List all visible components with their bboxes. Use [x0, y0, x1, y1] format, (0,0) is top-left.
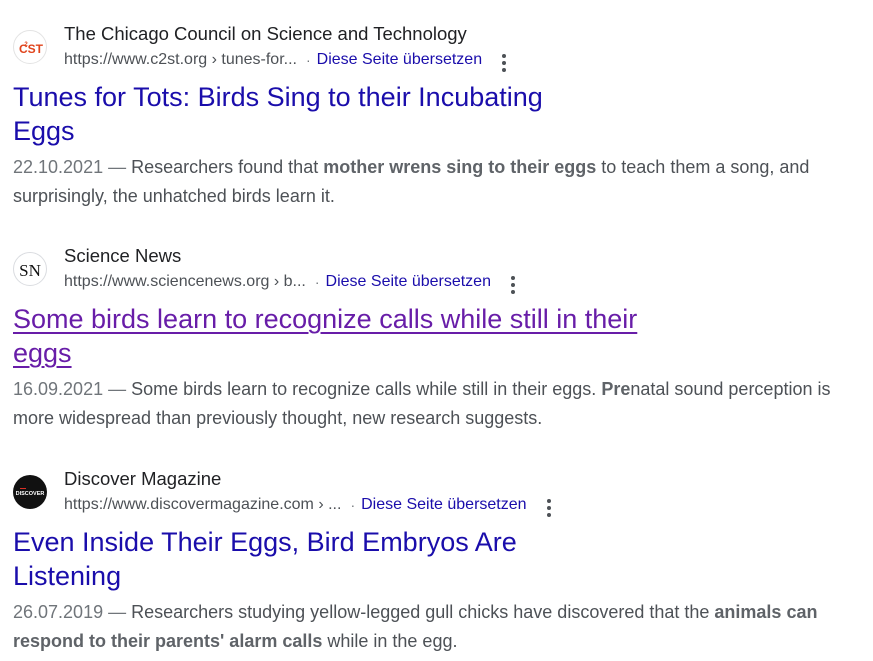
- c2st-logo-icon[interactable]: CST 2: [13, 30, 47, 64]
- result-source: CST 2 The Chicago Council on Science and…: [13, 22, 863, 80]
- result-url[interactable]: https://www.c2st.org › tunes-for...: [64, 49, 297, 71]
- svg-text:DISCOVER: DISCOVER: [16, 491, 45, 497]
- separator-dot: ·: [314, 274, 320, 290]
- more-options-icon[interactable]: [541, 495, 557, 521]
- result-date: 16.09.2021 —: [13, 379, 132, 399]
- result-title-link[interactable]: Some birds learn to recognize calls whil…: [13, 302, 653, 370]
- search-result: CST 2 The Chicago Council on Science and…: [13, 22, 863, 211]
- snippet-highlight: mother wrens sing to their eggs: [323, 157, 597, 177]
- svg-text:SN: SN: [19, 261, 41, 280]
- result-date: 22.10.2021 —: [13, 157, 132, 177]
- result-date: 26.07.2019 —: [13, 602, 132, 622]
- result-snippet: 26.07.2019 — Researchers studying yellow…: [13, 598, 858, 656]
- result-snippet: 16.09.2021 — Some birds learn to recogni…: [13, 375, 858, 433]
- result-url[interactable]: https://www.discovermagazine.com › ...: [64, 494, 341, 516]
- result-site-name[interactable]: Discover Magazine: [64, 467, 221, 491]
- search-result: DISCOVER Discover Magazine https://www.d…: [13, 467, 863, 656]
- result-title-link[interactable]: Tunes for Tots: Birds Sing to their Incu…: [13, 80, 573, 148]
- result-site-name[interactable]: Science News: [64, 244, 181, 268]
- separator-dot: ·: [350, 497, 356, 513]
- more-options-icon[interactable]: [496, 50, 512, 76]
- result-title-link[interactable]: Even Inside Their Eggs, Bird Embryos Are…: [13, 525, 533, 593]
- result-url[interactable]: https://www.sciencenews.org › b...: [64, 271, 306, 293]
- science-news-logo-icon[interactable]: SN: [13, 252, 47, 286]
- snippet-text: Some birds learn to recognize calls whil…: [131, 379, 602, 399]
- translate-page-link[interactable]: Diese Seite übersetzen: [326, 271, 491, 293]
- result-source: SN Science News https://www.sciencenews.…: [13, 244, 863, 302]
- translate-page-link[interactable]: Diese Seite übersetzen: [317, 49, 482, 71]
- result-site-name[interactable]: The Chicago Council on Science and Techn…: [64, 22, 467, 46]
- result-source: DISCOVER Discover Magazine https://www.d…: [13, 467, 863, 525]
- result-url-line: https://www.sciencenews.org › b... · Die…: [64, 269, 521, 295]
- translate-page-link[interactable]: Diese Seite übersetzen: [361, 494, 526, 516]
- result-snippet: 22.10.2021 — Researchers found that moth…: [13, 153, 858, 211]
- result-url-line: https://www.c2st.org › tunes-for... · Di…: [64, 47, 512, 73]
- svg-text:CST: CST: [19, 42, 44, 56]
- discover-logo-icon[interactable]: DISCOVER: [13, 475, 47, 509]
- snippet-highlight: Pre: [601, 379, 631, 399]
- snippet-text: while in the egg.: [322, 631, 458, 651]
- search-result: SN Science News https://www.sciencenews.…: [13, 244, 863, 433]
- snippet-text: Researchers studying yellow-legged gull …: [131, 602, 715, 622]
- separator-dot: ·: [305, 52, 311, 68]
- snippet-text: Researchers found that: [131, 157, 324, 177]
- result-url-line: https://www.discovermagazine.com › ... ·…: [64, 492, 557, 518]
- more-options-icon[interactable]: [505, 272, 521, 298]
